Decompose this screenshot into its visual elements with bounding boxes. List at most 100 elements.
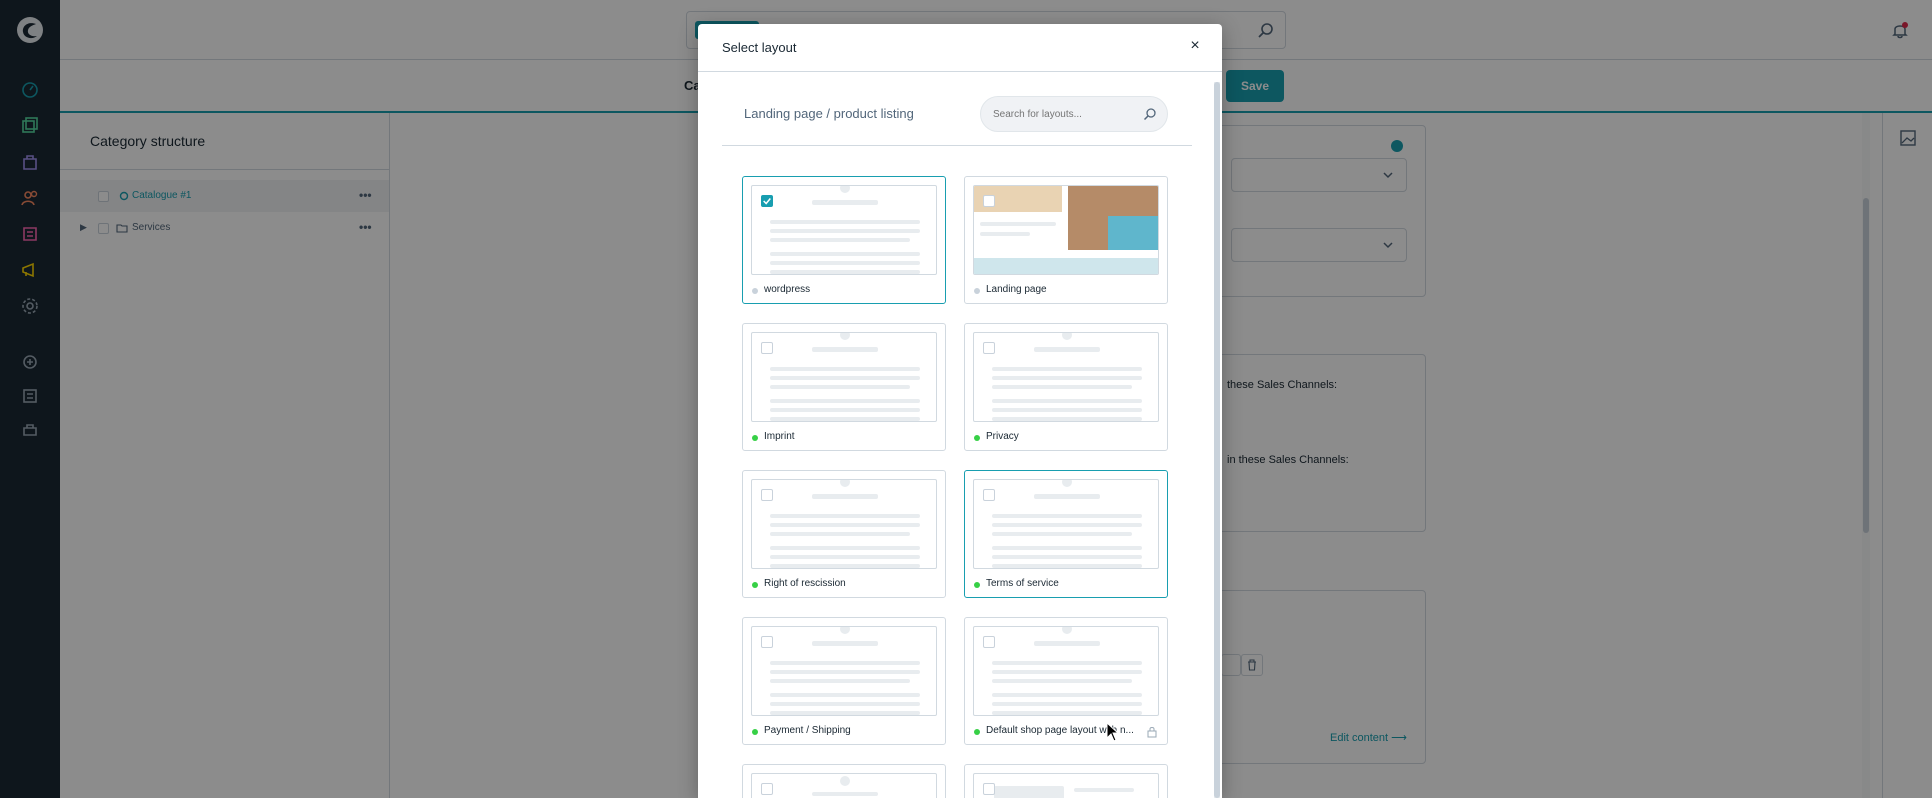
layout-name: Privacy (986, 431, 1019, 442)
status-dot (974, 582, 980, 588)
layout-card[interactable]: Privacy (964, 323, 1168, 451)
layout-search[interactable] (980, 96, 1168, 132)
layout-card[interactable]: wordpress (742, 176, 946, 304)
preview-image (1068, 186, 1158, 250)
layout-preview (973, 479, 1159, 569)
status-dot (752, 729, 758, 735)
layout-section-label: Landing page / product listing (744, 106, 914, 121)
layout-name: Imprint (764, 431, 795, 442)
preview-line (770, 670, 920, 674)
preview-line (992, 367, 1142, 371)
select-layout-modal: Select layout × Landing page / product l… (698, 24, 1222, 798)
layout-card[interactable]: Right of rescission (742, 470, 946, 598)
search-icon[interactable] (1143, 107, 1157, 121)
layout-card[interactable]: Default shop page layout with n... (964, 617, 1168, 745)
layout-checkbox[interactable] (761, 195, 773, 207)
preview-line (992, 702, 1142, 706)
preview-line (1074, 788, 1134, 792)
preview-line (812, 494, 878, 499)
preview-line (770, 532, 910, 536)
preview-line (992, 679, 1132, 683)
layout-preview (751, 479, 937, 569)
status-dot (752, 288, 758, 294)
status-dot (752, 435, 758, 441)
preview-line (770, 661, 920, 665)
layout-section-header: Landing page / product listing (722, 82, 1192, 146)
preview-line (770, 564, 920, 568)
layout-name: Right of rescission (764, 578, 846, 589)
preview-line (812, 347, 878, 352)
preview-line (812, 641, 878, 646)
layout-checkbox[interactable] (983, 195, 995, 207)
preview-line (770, 399, 920, 403)
layout-checkbox[interactable] (983, 636, 995, 648)
preview-line (992, 564, 1142, 568)
preview-line (812, 200, 878, 205)
modal-title: Select layout (722, 40, 797, 55)
layout-checkbox[interactable] (983, 489, 995, 501)
layout-card[interactable] (964, 764, 1168, 798)
status-dot (974, 288, 980, 294)
layout-checkbox[interactable] (983, 342, 995, 354)
layout-name: Terms of service (986, 578, 1059, 589)
layout-preview (973, 626, 1159, 716)
status-dot (974, 435, 980, 441)
preview-pin (1062, 333, 1072, 340)
layout-checkbox[interactable] (761, 783, 773, 795)
layout-card[interactable]: Payment / Shipping (742, 617, 946, 745)
preview-block (994, 786, 1064, 798)
layout-card[interactable]: Landing page (964, 176, 1168, 304)
preview-line (770, 261, 920, 265)
preview-pin (840, 480, 850, 487)
layout-preview (751, 626, 937, 716)
layout-preview (751, 773, 937, 798)
preview-line (770, 546, 920, 550)
preview-line (770, 238, 910, 242)
layout-name: wordpress (764, 284, 811, 295)
layout-card[interactable]: Terms of service (964, 470, 1168, 598)
modal-scrollbar[interactable] (1214, 82, 1220, 798)
layout-preview (973, 773, 1159, 798)
preview-line (1034, 347, 1100, 352)
layout-preview (751, 185, 937, 275)
close-icon[interactable]: × (1186, 37, 1204, 55)
layout-preview (973, 332, 1159, 422)
preview-pin (1062, 627, 1072, 634)
preview-line (770, 417, 920, 421)
preview-line (770, 376, 920, 380)
layout-preview (973, 185, 1159, 275)
preview-line (770, 679, 910, 683)
layout-checkbox[interactable] (761, 636, 773, 648)
modal-scrollbar-thumb[interactable] (1214, 82, 1220, 798)
preview-line (992, 661, 1142, 665)
preview-line (770, 229, 920, 233)
modal-header: Select layout × (698, 24, 1222, 72)
layout-card[interactable]: Imprint (742, 323, 946, 451)
preview-line (770, 385, 910, 389)
preview-footer (974, 258, 1158, 274)
preview-line (770, 270, 920, 274)
preview-line (1034, 494, 1100, 499)
preview-line (980, 232, 1030, 236)
layout-checkbox[interactable] (761, 342, 773, 354)
preview-line (770, 252, 920, 256)
preview-line (992, 399, 1142, 403)
layout-checkbox[interactable] (983, 783, 995, 795)
preview-line (992, 523, 1142, 527)
preview-line (992, 711, 1142, 715)
preview-line (992, 417, 1142, 421)
layout-card[interactable] (742, 764, 946, 798)
preview-pin (840, 776, 850, 786)
preview-line (992, 555, 1142, 559)
preview-line (980, 222, 1056, 226)
preview-line (770, 555, 920, 559)
check-icon (763, 198, 771, 205)
status-dot (752, 582, 758, 588)
preview-line (770, 693, 920, 697)
layout-checkbox[interactable] (761, 489, 773, 501)
preview-pin (1062, 480, 1072, 487)
preview-line (770, 702, 920, 706)
layout-search-input[interactable] (993, 105, 1133, 123)
preview-line (770, 367, 920, 371)
preview-pin (840, 186, 850, 193)
